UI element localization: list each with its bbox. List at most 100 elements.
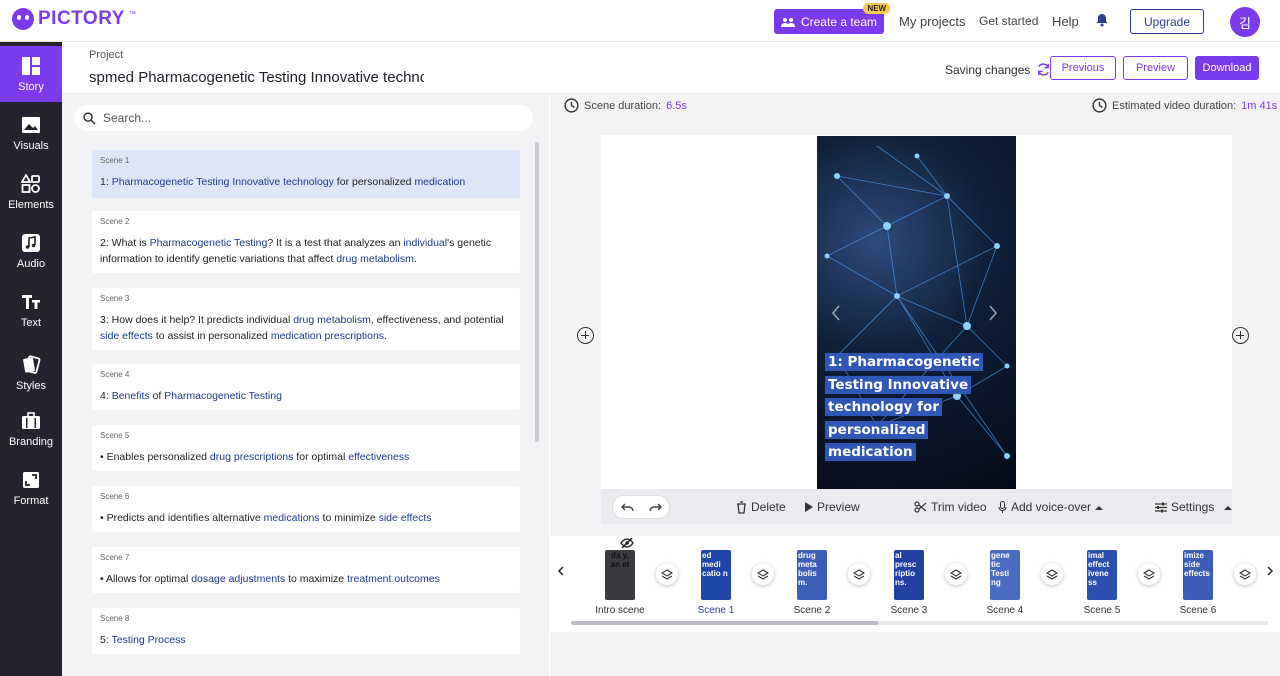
transition-button[interactable] [1041, 563, 1063, 585]
add-scene-before-button[interactable] [577, 327, 594, 344]
nav-help[interactable]: Help [1052, 14, 1079, 29]
add-scene-after-button[interactable] [1232, 327, 1249, 344]
sidebar-item-audio[interactable]: Audio [0, 223, 62, 279]
scene-card[interactable]: Scene 4 4: Benefits of Pharmacogenetic Te… [92, 364, 520, 410]
scene-keyword[interactable]: medication [414, 176, 465, 188]
shapes-icon [21, 173, 40, 193]
scene-keyword[interactable]: dosage adjustments [191, 573, 285, 585]
transition-button[interactable] [656, 563, 678, 585]
transition-button[interactable] [752, 563, 774, 585]
undo-icon[interactable] [621, 502, 635, 514]
create-team-button[interactable]: Create a team NEW [774, 3, 890, 34]
redo-icon[interactable] [648, 502, 662, 514]
scene-text[interactable]: 3: How does it help? It predicts individ… [100, 312, 512, 344]
download-button[interactable]: Download [1195, 56, 1259, 80]
scene-card[interactable]: Scene 3 3: How does it help? It predicts … [92, 288, 520, 350]
sidebar-item-branding[interactable]: Branding [0, 401, 62, 457]
timeline-label[interactable]: Scene 3 [874, 605, 944, 616]
timeline-label[interactable]: Scene 6 [1163, 605, 1233, 616]
scene-text[interactable]: • Predicts and identifies alternative me… [100, 510, 512, 526]
bell-icon[interactable] [1095, 13, 1109, 27]
scene-card[interactable]: Scene 1 1: Pharmacogenetic Testing Innova… [92, 150, 520, 198]
scene-keyword[interactable]: Pharmacogenetic Testing [164, 390, 282, 402]
search-input[interactable] [103, 111, 483, 125]
upgrade-button[interactable]: Upgrade [1130, 9, 1204, 34]
saving-label: Saving changes [945, 62, 1031, 77]
scene-keyword[interactable]: Pharmacogenetic Testing [150, 237, 268, 249]
scene-card[interactable]: Scene 8 5: Testing Process [92, 608, 520, 654]
scene-keyword[interactable]: medications [264, 512, 320, 524]
timeline-label[interactable]: Scene 4 [970, 605, 1040, 616]
logo-text: PICTORY [38, 8, 125, 29]
scene-text[interactable]: 4: Benefits of Pharmacogenetic Testing [100, 388, 512, 404]
delete-button[interactable]: Delete [736, 500, 786, 514]
search-bar[interactable] [74, 105, 533, 131]
scene-keyword[interactable]: side effects [379, 512, 432, 524]
sidebar-item-text[interactable]: Text [0, 282, 62, 338]
timeline-thumbnail[interactable]: imize side effects [1183, 550, 1213, 600]
pictory-logo[interactable]: PICTORY ™ [12, 8, 136, 30]
sidebar-item-label: Branding [8, 435, 54, 448]
scene-preview-button[interactable]: Preview [804, 500, 860, 514]
previous-button[interactable]: Previous [1050, 56, 1116, 80]
sidebar-item-styles[interactable]: Styles [0, 345, 62, 401]
scene-keyword[interactable]: drug metabolism [336, 253, 414, 265]
scene-text[interactable]: • Allows for optimal dosage adjustments … [100, 571, 512, 587]
scene-keyword[interactable]: side effects [100, 330, 153, 342]
transition-button[interactable] [945, 563, 967, 585]
sidebar: Story Visuals Elements Audio Text Styles… [0, 42, 62, 676]
add-voiceover-button[interactable]: Add voice-over [998, 500, 1104, 514]
transition-button[interactable] [848, 563, 870, 585]
scene-keyword[interactable]: Pharmacogenetic Testing Innovative techn… [112, 176, 334, 188]
scene-card[interactable]: Scene 7 • Allows for optimal dosage adjus… [92, 547, 520, 593]
scene-text[interactable]: • Enables personalized drug prescription… [100, 449, 512, 465]
timeline-thumbnail[interactable]: al presc riptio ns. [894, 550, 924, 600]
sidebar-item-elements[interactable]: Elements [0, 164, 62, 220]
timeline-label[interactable]: Intro scene [585, 605, 655, 616]
sidebar-item-story[interactable]: Story [0, 46, 62, 102]
video-caption[interactable]: 1: Pharmacogenetic Testing Innovative te… [825, 351, 1005, 464]
sidebar-item-format[interactable]: Format [0, 460, 62, 516]
preview-button[interactable]: Preview [1123, 56, 1188, 80]
scene-text-fragment: 2: What is [100, 237, 150, 249]
timeline-thumbnail[interactable]: da y, an et [605, 550, 635, 600]
scene-keyword[interactable]: medication prescriptions [271, 330, 384, 342]
transition-button[interactable] [1234, 563, 1256, 585]
timeline-label[interactable]: Scene 2 [777, 605, 847, 616]
transition-button[interactable] [1138, 563, 1160, 585]
sidebar-item-visuals[interactable]: Visuals [0, 105, 62, 161]
avatar[interactable]: 김 [1230, 7, 1260, 37]
add-voiceover-label: Add voice-over [1011, 500, 1092, 514]
scene-keyword[interactable]: drug prescriptions [210, 451, 293, 463]
timeline-thumbnail[interactable]: drug meta bolis m. [797, 550, 827, 600]
scene-keyword[interactable]: drug metabolism [293, 314, 371, 326]
trademark: ™ [128, 10, 136, 18]
scene-text[interactable]: 1: Pharmacogenetic Testing Innovative te… [100, 174, 512, 190]
scene-keyword[interactable]: effectiveness [348, 451, 409, 463]
scene-keyword[interactable]: Benefits [112, 390, 150, 402]
timeline-label[interactable]: Scene 5 [1067, 605, 1137, 616]
layers-icon [1046, 568, 1058, 580]
timeline-scrollbar[interactable] [571, 621, 878, 625]
chevron-left-icon[interactable] [557, 566, 564, 576]
scene-keyword[interactable]: treatment outcomes [347, 573, 440, 585]
timeline-thumbnail[interactable]: imal effect ivene ss [1087, 550, 1117, 600]
chevron-right-icon[interactable] [1267, 566, 1274, 576]
scene-keyword[interactable]: individual [403, 237, 447, 249]
nav-get-started[interactable]: Get started [979, 14, 1038, 28]
project-title-input[interactable]: spmed Pharmacogenetic Testing Innovative… [89, 69, 424, 86]
scene-text[interactable]: 2: What is Pharmacogenetic Testing? It i… [100, 235, 512, 267]
eye-off-icon[interactable] [620, 537, 634, 549]
scene-list-scrollbar[interactable] [535, 142, 539, 442]
scene-text[interactable]: 5: Testing Process [100, 632, 512, 648]
scene-card[interactable]: Scene 6 • Predicts and identifies alterna… [92, 486, 520, 532]
scene-card[interactable]: Scene 2 2: What is Pharmacogenetic Testin… [92, 211, 520, 273]
timeline-label[interactable]: Scene 1 [681, 605, 751, 616]
timeline-thumbnail[interactable]: ed medi catio n [701, 550, 731, 600]
nav-my-projects[interactable]: My projects [899, 14, 965, 29]
timeline-thumbnail[interactable]: gene tic Testi ng [990, 550, 1020, 600]
scene-keyword[interactable]: Testing Process [111, 634, 185, 646]
settings-button[interactable]: Settings [1155, 500, 1233, 514]
scene-card[interactable]: Scene 5 • Enables personalized drug presc… [92, 425, 520, 471]
trim-video-button[interactable]: Trim video [914, 500, 987, 514]
